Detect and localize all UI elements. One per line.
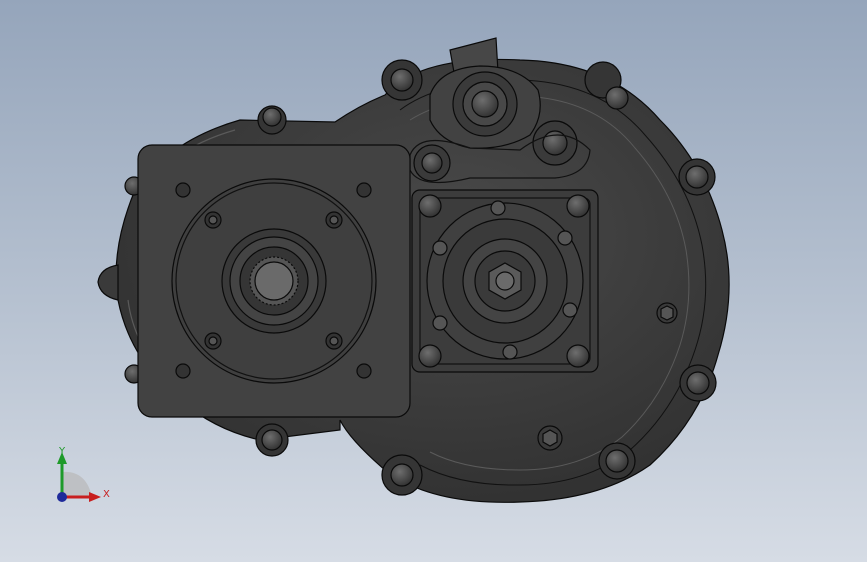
bolt-right-lower bbox=[679, 364, 717, 402]
gearbox-model[interactable] bbox=[97, 37, 730, 503]
bolt-left-top bbox=[257, 105, 287, 135]
output-flange-plate bbox=[411, 189, 599, 373]
z-axis-dot-icon bbox=[57, 492, 67, 502]
bolt-bottom-left bbox=[381, 454, 423, 496]
bolt-left-bottom bbox=[255, 423, 289, 457]
y-axis-label: Y bbox=[58, 446, 66, 457]
input-flange-plate bbox=[137, 144, 411, 418]
orientation-triad: Y X bbox=[57, 446, 110, 502]
bolt-right bbox=[678, 158, 716, 196]
bolt-top-left bbox=[381, 59, 423, 101]
bolt-right-upper bbox=[605, 86, 629, 110]
cad-viewport[interactable]: Y X bbox=[0, 0, 867, 562]
x-axis-label: X bbox=[103, 489, 110, 500]
bolt-bottom-right bbox=[598, 442, 636, 480]
